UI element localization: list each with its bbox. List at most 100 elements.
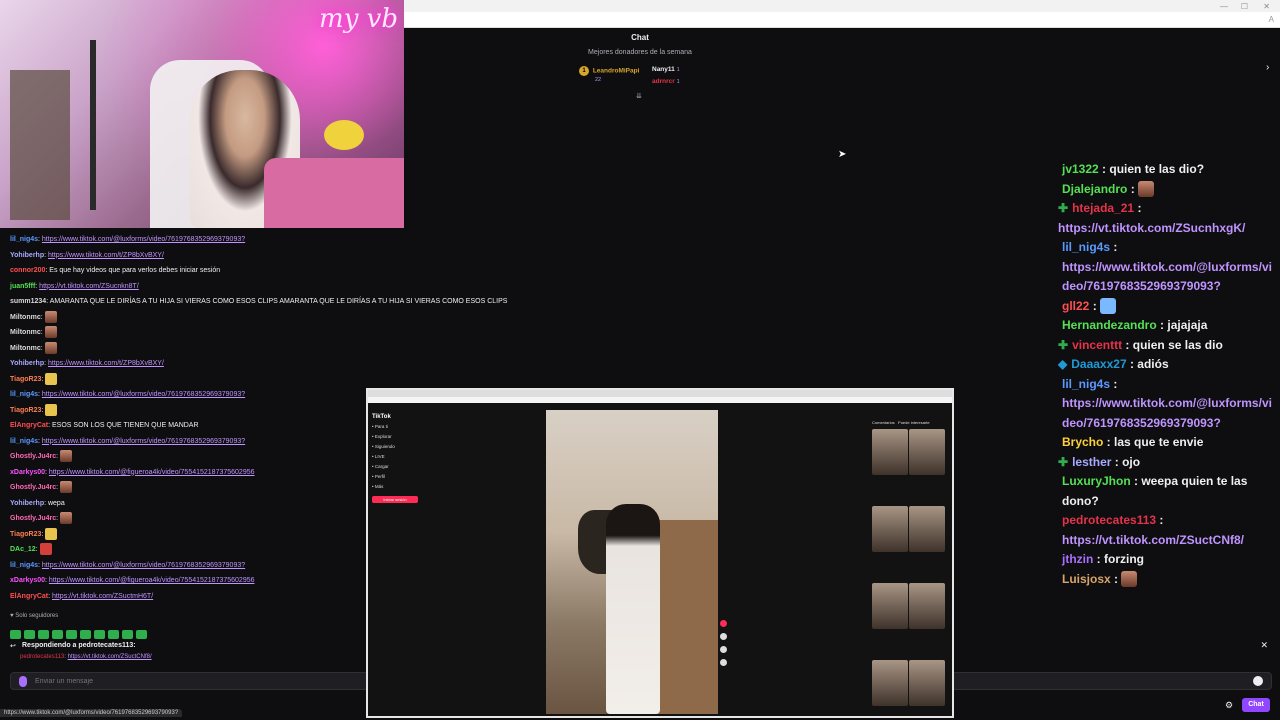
- emote-icon[interactable]: [122, 630, 133, 639]
- chat-username[interactable]: summ1234: [10, 298, 46, 305]
- chat-username[interactable]: Miltonmc: [10, 314, 41, 321]
- chevron-right-icon[interactable]: ›: [1266, 62, 1269, 73]
- emote-icon[interactable]: [38, 630, 49, 639]
- chat-username[interactable]: lil_nig4s: [10, 236, 38, 243]
- tiktok-video[interactable]: [546, 410, 718, 714]
- chat-link[interactable]: https://www.tiktok.com/@luxforms/video/7…: [42, 391, 245, 398]
- share-icon[interactable]: [720, 659, 727, 666]
- chat-username[interactable]: Ghostly.Ju4rc: [10, 453, 56, 460]
- chat-username[interactable]: TiagoR23: [10, 376, 41, 383]
- translate-icon[interactable]: A: [1269, 15, 1274, 24]
- minimize-icon[interactable]: —: [1220, 2, 1228, 11]
- chat-username[interactable]: ElAngryCat: [10, 593, 48, 600]
- chat-username[interactable]: xDarkys00: [10, 469, 45, 476]
- emote-icon: [39, 543, 52, 556]
- reply-quote: pedrotecates113: https://vt.tiktok.com/Z…: [20, 654, 152, 660]
- top-donors-title: Mejores donadores de la semana: [588, 49, 692, 56]
- comment-icon[interactable]: [720, 633, 727, 640]
- tiktok-nav-item[interactable]: • Cargar: [372, 462, 432, 472]
- emote-icon[interactable]: [136, 630, 147, 639]
- tiktok-logo[interactable]: TikTok: [372, 412, 432, 422]
- chat-username[interactable]: lil_nig4s: [10, 391, 38, 398]
- collapse-icon[interactable]: ⇊: [636, 92, 644, 100]
- chat-username[interactable]: TiagoR23: [10, 531, 41, 538]
- related-thumb[interactable]: [909, 429, 945, 475]
- overlay-text: las que te envie: [1114, 435, 1204, 449]
- reply-title: Respondiendo a pedrotecates113:: [22, 642, 136, 649]
- chat-button[interactable]: Chat: [1242, 698, 1270, 712]
- chat-username[interactable]: xDarkys00: [10, 577, 45, 584]
- chat-username[interactable]: juan5fff: [10, 283, 35, 290]
- overlay-message: ◆ Daaaxx27 : adiós: [1058, 357, 1169, 371]
- login-button[interactable]: Iniciar sesión: [372, 496, 418, 503]
- chat-username[interactable]: ElAngryCat: [10, 422, 48, 429]
- chat-username[interactable]: Yohiberhp: [10, 500, 44, 507]
- emote-icon: [45, 372, 58, 385]
- related-thumb[interactable]: [909, 583, 945, 629]
- emote-icon[interactable]: [24, 630, 35, 639]
- chat-link[interactable]: https://www.tiktok.com/t/ZP8bXvBXY/: [48, 360, 164, 367]
- tiktok-window[interactable]: TikTok • Para ti • Explorar • Siguiendo • L…: [366, 388, 954, 718]
- related-thumb[interactable]: [872, 583, 908, 629]
- bits-icon[interactable]: [19, 676, 27, 687]
- chat-username[interactable]: DAc_12: [10, 546, 36, 553]
- donor-name: LeandroMiPapi: [592, 67, 640, 75]
- address-bar[interactable]: A: [404, 12, 1280, 28]
- chat-username[interactable]: Yohiberhp: [10, 252, 44, 259]
- close-icon[interactable]: ✕: [1263, 2, 1270, 11]
- video-cabinet: [656, 520, 718, 714]
- related-thumb[interactable]: [872, 506, 908, 552]
- related-thumb[interactable]: [872, 660, 908, 706]
- emote-icon[interactable]: [94, 630, 105, 639]
- mod-badge-icon: ✚: [1058, 201, 1069, 215]
- tiktok-nav-item[interactable]: • Perfil: [372, 472, 432, 482]
- donor-third[interactable]: adrnrcr 1: [652, 78, 680, 85]
- browser-address[interactable]: [368, 397, 952, 403]
- donor-name: adrnrcr: [652, 78, 675, 85]
- chat-link[interactable]: https://vt.tiktok.com/ZSucnkn8T/: [39, 283, 139, 290]
- browser-tabs[interactable]: [368, 390, 952, 397]
- related-thumb[interactable]: [909, 506, 945, 552]
- tiktok-nav-item[interactable]: • Siguiendo: [372, 442, 432, 452]
- chat-username[interactable]: Miltonmc: [10, 329, 41, 336]
- chat-username[interactable]: lil_nig4s: [10, 562, 38, 569]
- maximize-icon[interactable]: ☐: [1241, 2, 1248, 11]
- chat-link[interactable]: https://vt.tiktok.com/ZSuctmH6T/: [52, 593, 153, 600]
- chat-link[interactable]: https://www.tiktok.com/@luxforms/video/7…: [42, 562, 245, 569]
- chat-link[interactable]: https://www.tiktok.com/@luxforms/video/7…: [42, 236, 245, 243]
- emote-icon[interactable]: [10, 630, 21, 639]
- emote-icon[interactable]: [52, 630, 63, 639]
- mod-badge-icon: ✚: [1058, 454, 1069, 469]
- overlay-username: jv1322: [1062, 162, 1099, 176]
- settings-gear-icon[interactable]: ⚙: [1225, 700, 1233, 711]
- like-icon[interactable]: [720, 620, 727, 627]
- tiktok-nav-item[interactable]: • Más: [372, 482, 432, 492]
- chat-username[interactable]: Miltonmc: [10, 345, 41, 352]
- chat-username[interactable]: connor200: [10, 267, 45, 274]
- chat-username[interactable]: lil_nig4s: [10, 438, 38, 445]
- chat-link[interactable]: https://www.tiktok.com/@luxforms/video/7…: [42, 438, 245, 445]
- emote-bar: [10, 626, 150, 639]
- donor-second[interactable]: Nany11 1: [652, 66, 680, 73]
- related-thumb[interactable]: [872, 429, 908, 475]
- emote-icon[interactable]: [108, 630, 119, 639]
- chat-username[interactable]: TiagoR23: [10, 407, 41, 414]
- chat-username[interactable]: Ghostly.Ju4rc: [10, 484, 56, 491]
- save-icon[interactable]: [720, 646, 727, 653]
- chat-link[interactable]: https://www.tiktok.com/@figueroa4k/video…: [49, 577, 255, 584]
- overlay-username: jthzin: [1062, 552, 1094, 566]
- emote-icon[interactable]: [80, 630, 91, 639]
- related-thumb[interactable]: [909, 660, 945, 706]
- chat-username[interactable]: Yohiberhp: [10, 360, 44, 367]
- emote-icon[interactable]: [66, 630, 77, 639]
- reply-quote-link[interactable]: https://vt.tiktok.com/ZSuctCNf8/: [68, 654, 152, 660]
- emote-picker-icon[interactable]: [1253, 676, 1263, 686]
- close-reply-icon[interactable]: ✕: [1260, 640, 1268, 651]
- tiktok-nav-item[interactable]: • Explorar: [372, 432, 432, 442]
- tiktok-nav-item[interactable]: • LIVE: [372, 452, 432, 462]
- tiktok-nav-item[interactable]: • Para ti: [372, 422, 432, 432]
- chat-username[interactable]: Ghostly.Ju4rc: [10, 515, 56, 522]
- chat-link[interactable]: https://www.tiktok.com/t/ZP8bXvBXY/: [48, 252, 164, 259]
- donor-first[interactable]: 1 LeandroMiPapi 22: [579, 66, 639, 83]
- chat-link[interactable]: https://www.tiktok.com/@figueroa4k/video…: [49, 469, 255, 476]
